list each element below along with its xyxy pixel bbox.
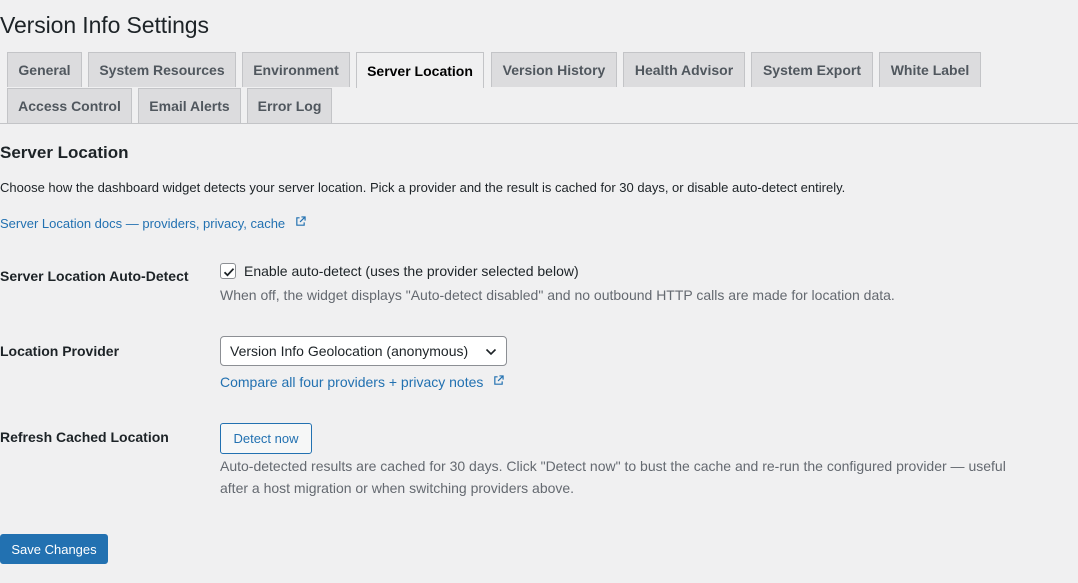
docs-link[interactable]: Server Location docs — providers, privac… — [0, 216, 306, 231]
refresh-label: Refresh Cached Location — [0, 429, 169, 445]
tab-system-resources[interactable]: System Resources — [88, 52, 236, 87]
tab-health-advisor[interactable]: Health Advisor — [623, 52, 745, 87]
tab-server-location[interactable]: Server Location — [356, 52, 484, 88]
section-intro: Choose how the dashboard widget detects … — [0, 180, 846, 195]
external-link-icon — [296, 216, 306, 226]
refresh-description-line2: after a host migration or when switching… — [220, 480, 575, 496]
tab-access-control[interactable]: Access Control — [7, 88, 132, 123]
checkmark-icon — [223, 268, 235, 277]
refresh-description-line1: Auto-detected results are cached for 30 … — [220, 458, 1006, 474]
tab-general[interactable]: General — [7, 52, 82, 87]
tab-email-alerts[interactable]: Email Alerts — [138, 88, 241, 123]
tab-version-history[interactable]: Version History — [491, 52, 617, 87]
tab-error-log[interactable]: Error Log — [247, 88, 332, 123]
auto-detect-checkbox-label[interactable]: Enable auto-detect (uses the provider se… — [244, 263, 579, 279]
tab-white-label[interactable]: White Label — [879, 52, 981, 87]
auto-detect-description: When off, the widget displays "Auto-dete… — [220, 287, 895, 303]
compare-providers-text: Compare all four providers + privacy not… — [220, 374, 484, 390]
tab-system-export[interactable]: System Export — [751, 52, 873, 87]
docs-link-text: Server Location docs — providers, privac… — [0, 216, 286, 231]
provider-select-value: Version Info Geolocation (anonymous) — [230, 343, 469, 359]
compare-providers-link[interactable]: Compare all four providers + privacy not… — [220, 374, 504, 390]
auto-detect-checkbox[interactable] — [220, 263, 236, 279]
provider-select[interactable]: Version Info Geolocation (anonymous) — [220, 336, 507, 366]
provider-label: Location Provider — [0, 343, 120, 359]
tab-environment[interactable]: Environment — [242, 52, 350, 87]
save-changes-button[interactable]: Save Changes — [0, 534, 108, 564]
external-link-icon — [494, 375, 504, 385]
section-title: Server Location — [0, 143, 129, 162]
page-title: Version Info Settings — [0, 12, 209, 38]
chevron-down-icon — [485, 348, 497, 356]
auto-detect-label: Server Location Auto-Detect — [0, 268, 189, 284]
detect-now-button[interactable]: Detect now — [220, 423, 312, 454]
settings-tabs: General System Resources Environment Ser… — [0, 52, 1078, 124]
